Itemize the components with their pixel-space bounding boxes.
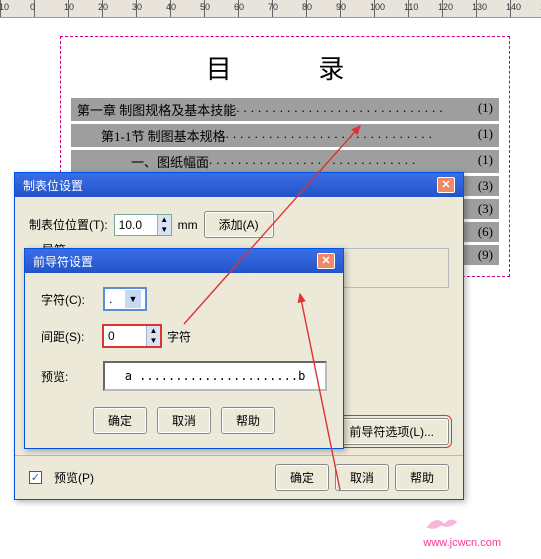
horizontal-ruler: -100102030405060708090100110120130140150…	[0, 0, 541, 18]
cancel-button[interactable]: 取消	[335, 464, 389, 491]
ok-button[interactable]: 确定	[275, 464, 329, 491]
preview-label: 预览(P)	[54, 469, 94, 486]
dialog-titlebar[interactable]: 制表位设置 ✕	[15, 173, 463, 197]
preview-checkbox[interactable]: ✓	[29, 471, 42, 484]
spacing-input[interactable]	[104, 326, 146, 346]
help-button[interactable]: 帮助	[221, 407, 275, 434]
ok-button[interactable]: 确定	[93, 407, 147, 434]
toc-line: 第1-1节 制图基本规格............................…	[71, 124, 499, 147]
preview-label: 预览:	[41, 368, 97, 385]
char-select[interactable]: . ▼	[103, 287, 147, 311]
tab-position-spinner[interactable]: ▲▼	[114, 214, 172, 236]
spin-up-icon[interactable]: ▲	[146, 326, 160, 336]
close-icon[interactable]: ✕	[437, 177, 455, 193]
leader-options-button[interactable]: 前导符选项(L)...	[334, 418, 449, 445]
tab-position-input[interactable]	[115, 215, 157, 235]
help-button[interactable]: 帮助	[395, 464, 449, 491]
watermark: www.jcwcn.com	[423, 510, 501, 549]
char-value: .	[109, 292, 112, 306]
char-label: 字符(C):	[41, 291, 97, 308]
dialog-titlebar[interactable]: 前导符设置 ✕	[25, 249, 343, 273]
toc-line: 第一章 制图规格及基本技能...........................…	[71, 98, 499, 121]
spin-down-icon[interactable]: ▼	[146, 336, 160, 346]
dialog-title: 制表位设置	[23, 177, 83, 194]
tab-position-label: 制表位位置(T):	[29, 216, 108, 233]
spacing-unit: 字符	[167, 328, 191, 345]
spin-up-icon[interactable]: ▲	[157, 215, 171, 225]
cancel-button[interactable]: 取消	[157, 407, 211, 434]
spacing-label: 间距(S):	[41, 328, 97, 345]
spacing-spinner[interactable]: ▲▼	[103, 325, 161, 347]
dialog-footer: ✓ 预览(P) 确定 取消 帮助	[15, 455, 463, 499]
spin-down-icon[interactable]: ▼	[157, 225, 171, 235]
chevron-down-icon[interactable]: ▼	[125, 290, 141, 308]
leader-settings-dialog: 前导符设置 ✕ 字符(C): . ▼ 间距(S): ▲▼ 字符 预览: a ..…	[24, 248, 344, 449]
tab-position-unit: mm	[178, 218, 198, 232]
dialog-title: 前导符设置	[33, 253, 93, 270]
add-button[interactable]: 添加(A)	[204, 211, 274, 238]
preview-box: a ......................b	[103, 361, 327, 391]
toc-line: 一、图纸幅面.............................(1)	[71, 150, 499, 173]
toc-title: 目 录	[91, 49, 499, 86]
close-icon[interactable]: ✕	[317, 253, 335, 269]
bird-icon	[423, 510, 459, 534]
